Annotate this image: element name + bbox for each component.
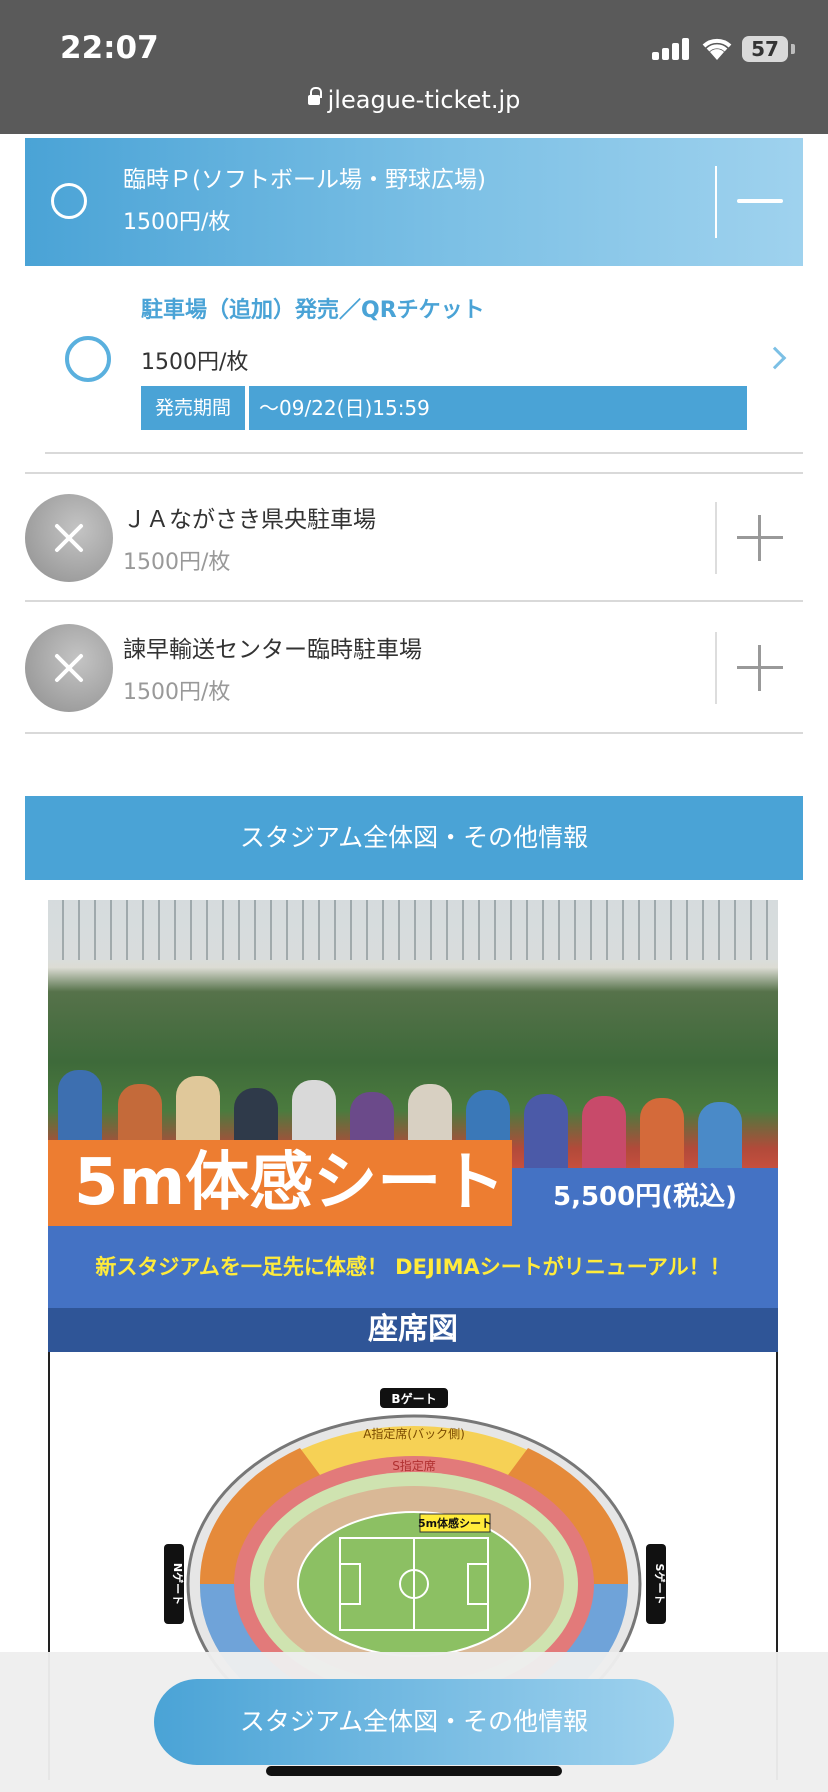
five-m-seat-label: 5m体感シート (418, 1516, 492, 1530)
option-title: ＪＡながさき県央駐車場 (123, 507, 376, 533)
battery-tip (791, 44, 795, 54)
s-reserved-label: S指定席 (392, 1458, 436, 1473)
s-gate-label: Sゲート (653, 1564, 667, 1605)
radio-ring-icon (51, 183, 87, 219)
radio-circle-icon[interactable] (65, 336, 111, 382)
sale-period-value: 〜09/22(日)15:59 (249, 386, 747, 430)
option-price: 1500円/枚 (123, 680, 231, 705)
expand-plus-icon[interactable] (737, 515, 783, 561)
divider (715, 632, 717, 704)
sold-out-x-icon (25, 494, 113, 582)
expand-plus-icon[interactable] (737, 645, 783, 691)
promo-headline: 5m体感シート (48, 1140, 512, 1226)
lock-icon (307, 87, 322, 105)
a-reserved-label: A指定席(バック側) (363, 1426, 465, 1441)
seat-map-title: 座席図 (48, 1308, 778, 1352)
status-time: 22:07 (60, 30, 159, 66)
b-gate-label: Bゲート (391, 1391, 436, 1406)
collapse-minus-icon[interactable] (737, 199, 783, 203)
sale-period-label: 発売期間 (141, 386, 245, 430)
wifi-icon (702, 38, 732, 60)
cellular-signal-icon (652, 38, 692, 60)
option-price: 1500円/枚 (123, 210, 231, 235)
n-gate-label: Nゲート (171, 1563, 185, 1605)
parking-option-unavailable: 諫早輸送センター臨時駐車場 1500円/枚 (25, 604, 803, 734)
ticket-sub-option[interactable]: 駐車場（追加）発売／QRチケット 1500円/枚 発売期間 〜09/22(日)1… (45, 268, 803, 454)
chevron-right-icon[interactable] (763, 346, 787, 370)
url-text: jleague-ticket.jp (327, 86, 521, 114)
promo-tagline: 新スタジアムを一足先に体感！ DEJIMAシートがリニューアル！！ (48, 1226, 778, 1308)
stadium-info-section-header[interactable]: スタジアム全体図・その他情報 (25, 796, 803, 880)
option-title: 臨時Ｐ(ソフトボール場・野球広場) (123, 167, 486, 193)
home-indicator[interactable] (266, 1766, 562, 1776)
sub-option-title: 駐車場（追加）発売／QRチケット (141, 298, 485, 323)
divider (715, 166, 717, 238)
stadium-photo (48, 900, 778, 1180)
browser-top-bar: 22:07 57 jleague-ticket.jp (0, 0, 828, 134)
stadium-info-floating-button[interactable]: スタジアム全体図・その他情報 (154, 1679, 674, 1765)
battery-icon: 57 (742, 36, 788, 62)
url-bar[interactable]: jleague-ticket.jp (0, 86, 828, 114)
sold-out-x-icon (25, 624, 113, 712)
parking-option-selected[interactable]: 臨時Ｐ(ソフトボール場・野球広場) 1500円/枚 (25, 138, 803, 266)
parking-option-unavailable: ＪＡながさき県央駐車場 1500円/枚 (25, 472, 803, 602)
stadium-roof (48, 900, 778, 960)
option-title: 諫早輸送センター臨時駐車場 (123, 637, 422, 663)
promo-price: 5,500円(税込) (512, 1168, 778, 1226)
divider (715, 502, 717, 574)
promo-banner: 5m体感シート 5,500円(税込) 新スタジアムを一足先に体感！ DEJIMA… (48, 900, 778, 1780)
sub-option-price: 1500円/枚 (141, 350, 249, 375)
option-price: 1500円/枚 (123, 550, 231, 575)
